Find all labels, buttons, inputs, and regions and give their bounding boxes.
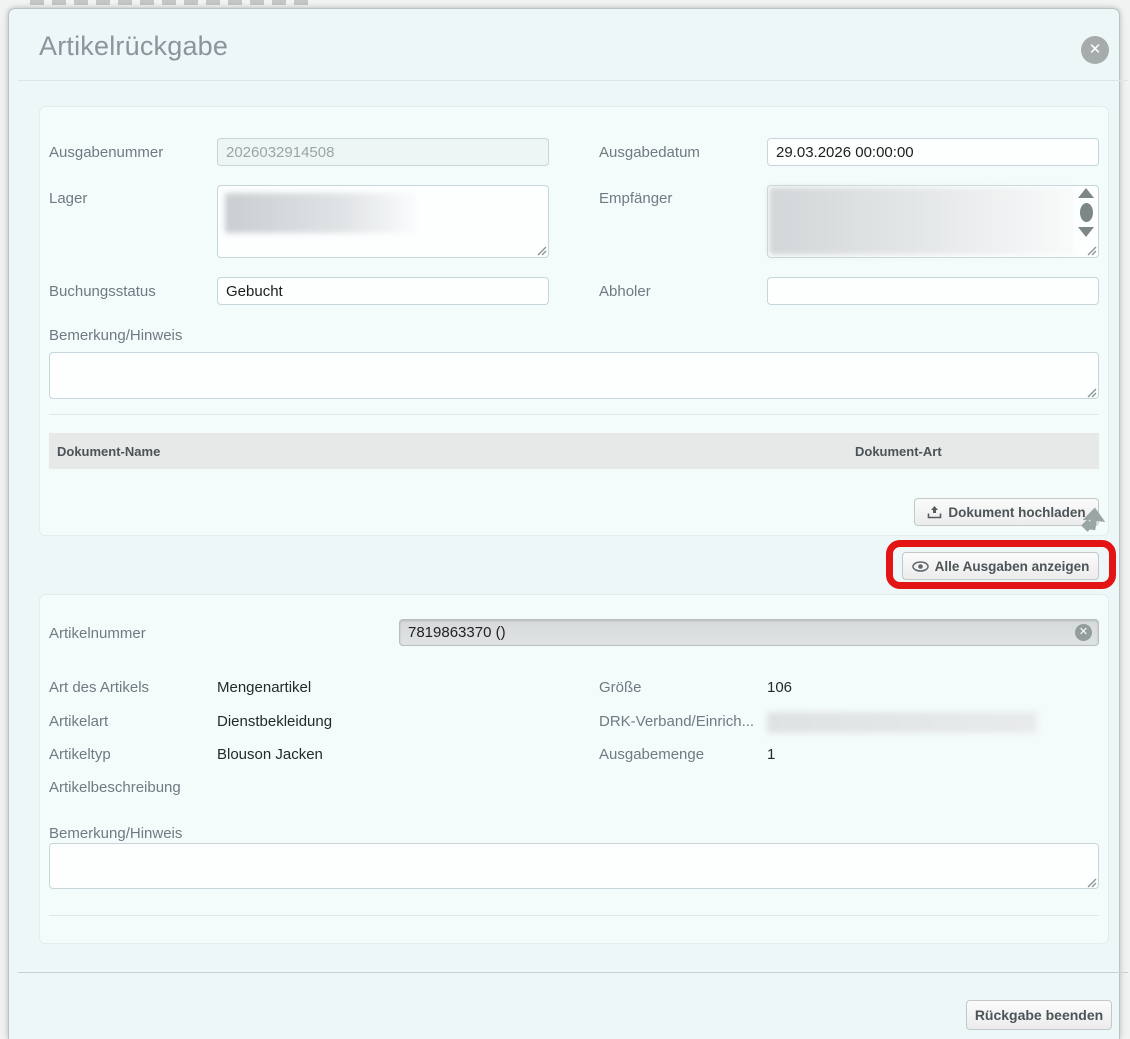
upload-icon (927, 505, 942, 519)
empfaenger-label: Empfänger (599, 190, 672, 207)
groesse-value: 106 (767, 679, 792, 696)
article-bemerkung-textarea[interactable] (49, 843, 1099, 889)
bemerkung-textarea[interactable] (49, 352, 1099, 399)
upload-button-label: Dokument hochladen (948, 505, 1085, 520)
header-divider (18, 80, 1128, 81)
bemerkung-label: Bemerkung/Hinweis (49, 327, 182, 344)
buchungsstatus-label: Buchungsstatus (49, 283, 156, 300)
lager-resize-handle[interactable] (536, 245, 547, 256)
artikelnummer-label: Artikelnummer (49, 625, 146, 642)
artikelart-label: Artikelart (49, 713, 108, 730)
article-panel (39, 594, 1109, 944)
show-all-issues-button[interactable]: Alle Ausgaben anzeigen (902, 552, 1099, 580)
clear-article-icon[interactable]: ✕ (1075, 624, 1092, 641)
artikelnummer-input[interactable]: 7819863370 () (399, 619, 1099, 646)
artikelart-value: Dienstbekleidung (217, 713, 332, 730)
screen: Artikelrückgabe ✕ Ausgabenummer Ausgabed… (0, 0, 1130, 1039)
dialog-title: Artikelrückgabe (39, 31, 228, 62)
buchungsstatus-input[interactable] (217, 277, 549, 305)
ausgabenummer-label: Ausgabenummer (49, 144, 163, 161)
art-des-artikels-value: Mengenartikel (217, 679, 311, 696)
artikelrueckgabe-dialog: Artikelrückgabe ✕ Ausgabenummer Ausgabed… (8, 8, 1120, 1039)
article-bemerkung-resize-handle[interactable] (1086, 877, 1097, 888)
abholer-label: Abholer (599, 283, 651, 300)
column-dokument-name: Dokument-Name (49, 444, 847, 459)
finish-button-label: Rückgabe beenden (975, 1007, 1103, 1023)
drk-verband-redacted-value (767, 712, 1037, 733)
upload-document-button[interactable]: Dokument hochladen (914, 498, 1099, 526)
background-page-remnant (30, 0, 310, 5)
artikelbeschreibung-label: Artikelbeschreibung (49, 779, 181, 796)
ausgabedatum-input[interactable] (767, 138, 1099, 166)
groesse-label: Größe (599, 679, 642, 696)
artikeltyp-value: Blouson Jacken (217, 746, 323, 763)
ausgabedatum-label: Ausgabedatum (599, 144, 700, 161)
lager-label: Lager (49, 190, 87, 207)
empfaenger-redacted-text (769, 187, 1075, 255)
column-dokument-art: Dokument-Art (847, 444, 1099, 459)
scroll-down-icon[interactable] (1078, 227, 1094, 237)
empfaenger-scrollbar[interactable] (1078, 188, 1094, 237)
ausgabemenge-value: 1 (767, 746, 775, 763)
lager-redacted-text (225, 193, 417, 233)
empfaenger-resize-handle[interactable] (1086, 245, 1097, 256)
art-des-artikels-label: Art des Artikels (49, 679, 149, 696)
panel-divider (49, 414, 1099, 415)
ausgabenummer-input[interactable] (217, 138, 549, 166)
article-bemerkung-label: Bemerkung/Hinweis (49, 825, 182, 842)
footer-divider (18, 972, 1128, 973)
issue-panel (39, 106, 1109, 536)
documents-table-header: Dokument-Name Dokument-Art (49, 433, 1099, 469)
close-icon[interactable]: ✕ (1081, 36, 1109, 64)
artikeltyp-label: Artikeltyp (49, 746, 111, 763)
abholer-input[interactable] (767, 277, 1099, 305)
finish-return-button[interactable]: Rückgabe beenden (966, 1000, 1112, 1030)
drk-verband-label: DRK-Verband/Einrich... (599, 713, 754, 730)
bemerkung-resize-handle[interactable] (1086, 387, 1097, 398)
eye-icon (912, 561, 929, 572)
artikelnummer-value: 7819863370 () (408, 624, 506, 641)
show-all-button-label: Alle Ausgaben anzeigen (935, 559, 1090, 574)
scroll-up-icon[interactable] (1078, 188, 1094, 198)
scroll-thumb[interactable] (1080, 203, 1093, 222)
ausgabemenge-label: Ausgabemenge (599, 746, 704, 763)
article-panel-divider (49, 915, 1099, 916)
